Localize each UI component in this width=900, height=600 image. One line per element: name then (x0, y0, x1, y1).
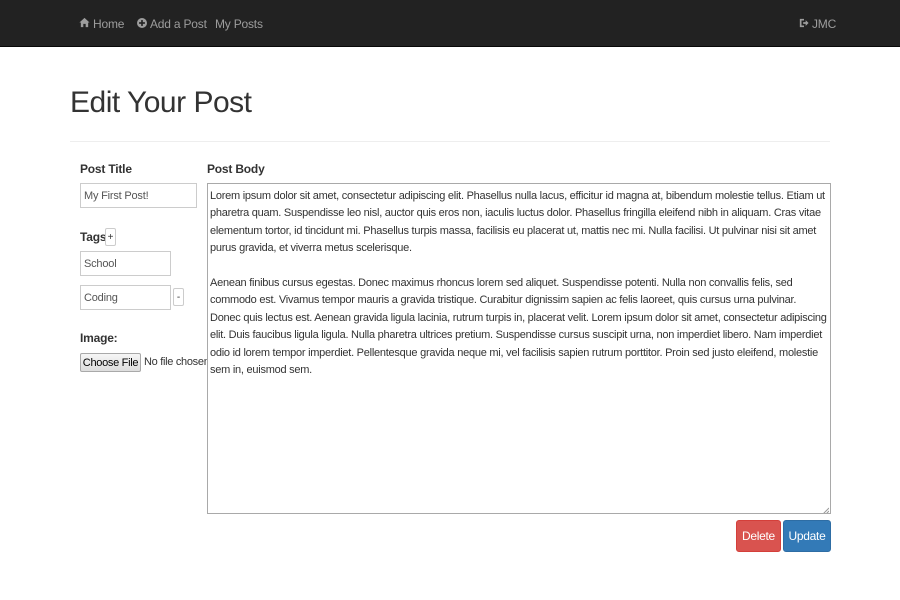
post-body-paragraph-2: Aenean finibus cursus egestas. Donec max… (210, 277, 827, 377)
nav-add-post-label: Add a Post (150, 16, 207, 31)
nav-my-posts-link[interactable]: My Posts (215, 0, 263, 47)
nav-my-posts-label: My Posts (215, 16, 263, 31)
page-header: Edit Your Post (70, 82, 830, 142)
page-title: Edit Your Post (70, 86, 252, 119)
tag-input-2[interactable] (80, 285, 171, 310)
post-title-input[interactable] (80, 183, 197, 208)
file-status-text: No file chosen (144, 356, 210, 368)
tag-input-1[interactable] (80, 251, 171, 276)
logout-icon (799, 17, 809, 31)
nav-user-logout-link[interactable]: JMC (799, 0, 836, 47)
image-label: Image: (80, 331, 118, 345)
add-tag-button[interactable]: + (105, 228, 116, 246)
post-body-paragraph-1: Lorem ipsum dolor sit amet, consectetur … (210, 190, 825, 255)
tags-label: Tags (80, 230, 107, 244)
top-navbar: Home Add a Post My Posts JMC (0, 0, 900, 47)
post-body-textarea[interactable]: Lorem ipsum dolor sit amet, consectetur … (207, 183, 831, 514)
post-title-label: Post Title (80, 162, 132, 176)
nav-add-post-link[interactable]: Add a Post (137, 0, 207, 47)
nav-home-link[interactable]: Home (79, 0, 124, 47)
choose-file-button[interactable]: Choose File (80, 353, 141, 372)
home-icon (79, 17, 90, 31)
plus-circle-icon (137, 17, 147, 31)
nav-home-label: Home (93, 16, 125, 31)
post-body-label: Post Body (207, 162, 265, 176)
resize-grip-icon[interactable] (821, 504, 830, 513)
update-button[interactable]: Update (783, 520, 831, 552)
nav-user-label: JMC (812, 16, 837, 31)
remove-tag-button[interactable]: - (173, 288, 184, 306)
delete-button[interactable]: Delete (736, 520, 781, 552)
